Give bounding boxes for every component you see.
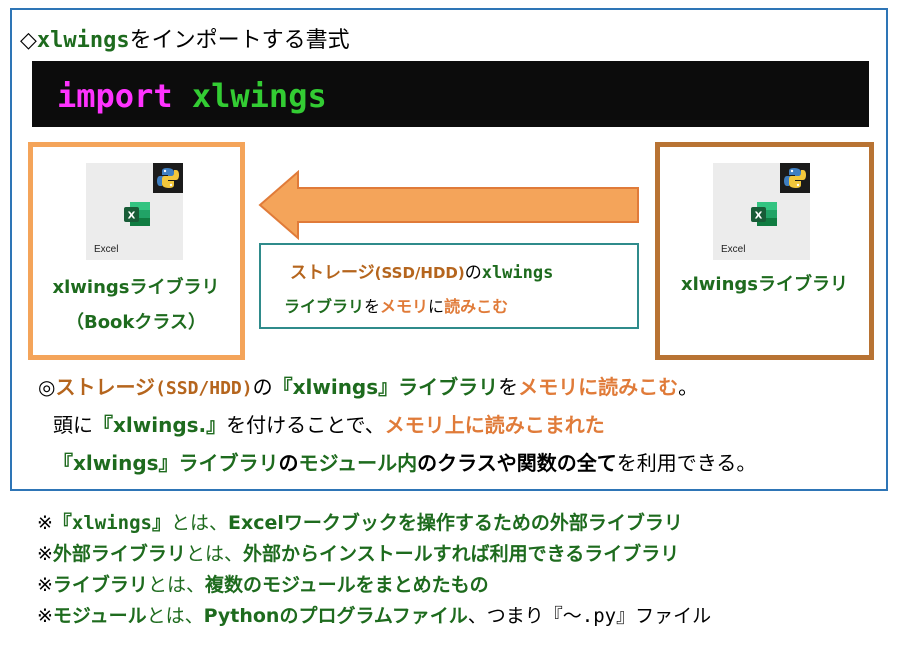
explanation-line-1: ◎ストレージ(SSD/HDD)の『xlwings』ライブラリをメモリに読みこむ。 — [38, 373, 698, 403]
note-desc: Excelワークブックを操作するための外部ライブラリ — [228, 512, 683, 534]
particle: を — [498, 375, 519, 399]
particle: を — [364, 297, 381, 316]
text: 頭に — [53, 413, 93, 437]
python-badge-left — [153, 163, 183, 193]
note-text: ファイル — [635, 605, 712, 627]
period: 。 — [678, 375, 699, 399]
memory-word: メモリ — [380, 297, 429, 316]
py-file: 『～.py』 — [543, 605, 636, 627]
title-module: xlwings — [36, 28, 130, 53]
module-inside: モジュール内 — [298, 451, 418, 475]
excel-tile-left: X Excel — [86, 163, 183, 260]
note-term: 外部ライブラリ — [52, 543, 186, 565]
book-class-label: （Bookクラス） — [65, 312, 207, 333]
note-desc: Pythonのプログラムファイル — [203, 605, 468, 627]
storage-line-1: ストレージ(SSD/HDD)のxlwings — [290, 258, 553, 283]
note-mark: ※ — [37, 512, 53, 534]
note-3: ※ライブラリとは、複数のモジュールをまとめたもの — [37, 572, 489, 598]
code-module: xlwings — [191, 77, 327, 115]
particle: の — [278, 451, 299, 475]
library-name: 『xlwings』ライブラリ — [53, 451, 279, 475]
classes-functions: クラスや関数の全て — [437, 451, 617, 475]
note-desc: 外部からインストールすれば利用できるライブラリ — [242, 543, 680, 565]
load-word: 読みこむ — [444, 297, 509, 316]
note-particle: とは、 — [171, 512, 229, 534]
particle: の — [464, 263, 482, 283]
memory-library-label: xlwingsライブラリ — [52, 277, 220, 298]
particle: の — [252, 375, 273, 399]
excel-icon: X — [751, 202, 777, 226]
note-term: モジュール — [52, 605, 147, 627]
note-mark: ※ — [37, 543, 53, 565]
memory-loaded: メモリ上に読みこまれた — [384, 413, 605, 437]
note-mark: ※ — [37, 574, 53, 596]
svg-text:X: X — [755, 211, 763, 222]
excel-icon: X — [124, 202, 150, 226]
python-icon — [784, 168, 806, 188]
note-mark: ※ — [37, 605, 53, 627]
library-word: ライブラリ — [284, 297, 365, 316]
memory-load: メモリに読みこむ — [518, 375, 679, 399]
note-desc: 複数のモジュールをまとめたもの — [204, 574, 489, 596]
explanation-line-3: 『xlwings』ライブラリのモジュール内のクラスや関数の全てを利用できる。 — [53, 449, 756, 477]
ssd-hdd: (SSD/HDD) — [155, 378, 253, 399]
note-2: ※外部ライブラリとは、外部からインストールすれば利用できるライブラリ — [37, 541, 679, 567]
prefix-name: 『xlwings.』 — [93, 413, 227, 437]
note-4: ※モジュールとは、Pythonのプログラムファイル、つまり『～.py』ファイル — [37, 603, 711, 629]
title-suffix: をインポートする書式 — [129, 28, 350, 53]
particle: の — [417, 451, 438, 475]
page-title: ◇xlwingsをインポートする書式 — [20, 26, 350, 56]
tile-caption: Excel — [94, 244, 119, 255]
ssd-hdd: (SSD/HDD) — [374, 264, 465, 282]
library-name: 『xlwings』ライブラリ — [272, 375, 499, 399]
text: を付けることで、 — [226, 413, 385, 437]
note-particle: とは、 — [147, 574, 205, 596]
left-arrow-icon — [258, 170, 639, 240]
note-particle: とは、 — [146, 605, 204, 627]
note-text: 、つまり — [467, 605, 544, 627]
storage-word: ストレージ — [55, 375, 156, 399]
text: を利用できる。 — [616, 451, 757, 475]
storage-library-label: xlwingsライブラリ — [681, 274, 848, 295]
code-line: import xlwings — [57, 76, 327, 116]
note-particle: とは、 — [185, 543, 243, 565]
python-badge-right — [780, 163, 810, 193]
diamond-symbol: ◇ — [20, 28, 37, 53]
bullet: ◎ — [38, 375, 56, 399]
storage-word: ストレージ — [290, 263, 375, 283]
note-term: 『xlwings』 — [52, 512, 171, 534]
excel-tile-right: X Excel — [713, 163, 810, 260]
python-icon — [157, 168, 179, 188]
module-name: xlwings — [481, 263, 554, 283]
note-term: ライブラリ — [52, 574, 148, 596]
code-keyword: import — [57, 77, 173, 115]
storage-line-2: ライブラリをメモリに読みこむ — [284, 293, 508, 317]
note-1: ※『xlwings』とは、Excelワークブックを操作するための外部ライブラリ — [37, 510, 683, 536]
explanation-line-2: 頭に『xlwings.』を付けることで、メモリ上に読みこまれた — [53, 411, 605, 439]
particle: に — [428, 297, 445, 316]
tile-caption: Excel — [721, 244, 746, 255]
svg-text:X: X — [128, 211, 136, 222]
